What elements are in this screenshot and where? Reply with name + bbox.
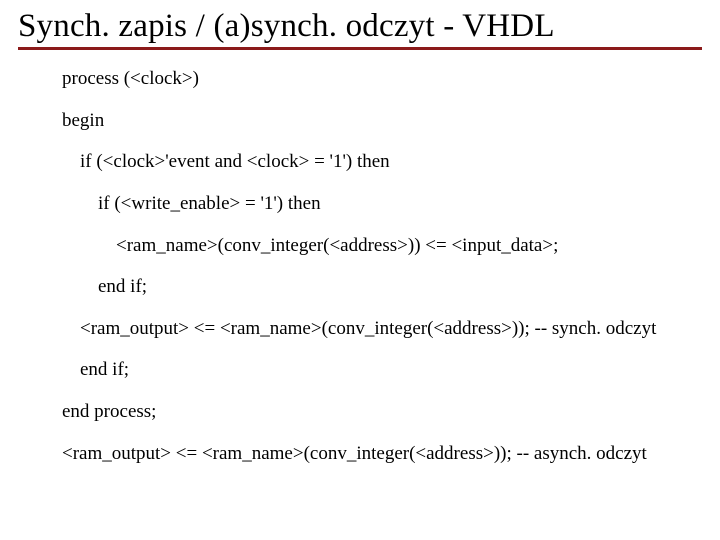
code-line: <ram_output> <= <ram_name>(conv_integer(… bbox=[62, 441, 702, 467]
slide-title: Synch. zapis / (a)synch. odczyt - VHDL bbox=[18, 8, 702, 45]
slide: Synch. zapis / (a)synch. odczyt - VHDL p… bbox=[0, 0, 720, 466]
code-block: process (<clock>) begin if (<clock>'even… bbox=[18, 66, 702, 466]
code-line: begin bbox=[62, 108, 702, 134]
code-line: end if; bbox=[62, 274, 702, 300]
code-line: if (<clock>'event and <clock> = '1') the… bbox=[62, 149, 702, 175]
code-line: end process; bbox=[62, 399, 702, 425]
code-line: if (<write_enable> = '1') then bbox=[62, 191, 702, 217]
title-underline bbox=[18, 47, 702, 50]
code-line: end if; bbox=[62, 357, 702, 383]
code-line: process (<clock>) bbox=[62, 66, 702, 92]
code-line: <ram_name>(conv_integer(<address>)) <= <… bbox=[62, 233, 702, 259]
code-line: <ram_output> <= <ram_name>(conv_integer(… bbox=[62, 316, 702, 342]
